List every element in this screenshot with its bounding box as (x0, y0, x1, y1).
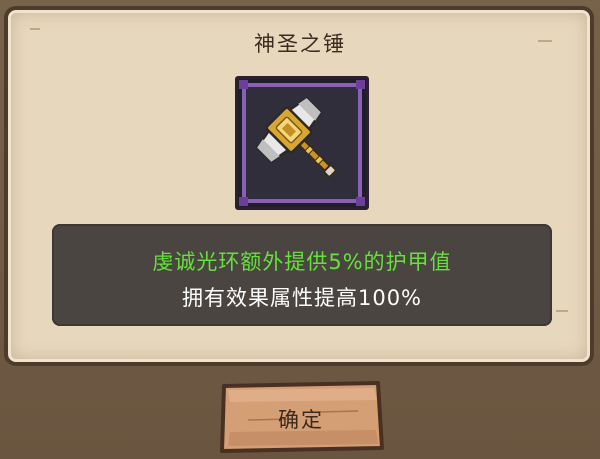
holy-hammer-icon (255, 96, 337, 178)
effect-description: 拥有效果属性提高100% (181, 286, 423, 310)
confirm-button-label: 确定 (278, 408, 324, 432)
bonus-description: 虔诚光环额外提供5%的护甲值 (152, 250, 452, 274)
slot-corner (356, 80, 365, 89)
slot-corner (239, 80, 248, 89)
confirm-button[interactable]: 确定 (218, 380, 384, 454)
slot-corner (356, 197, 365, 206)
game-screen: 神圣之锤 虔诚光环额外提供5%的护甲值 拥有效果属性提高100% 确定 (0, 0, 600, 459)
slot-corner (239, 197, 248, 206)
item-slot (235, 76, 369, 210)
description-box: 虔诚光环额外提供5%的护甲值 拥有效果属性提高100% (52, 224, 552, 326)
item-title: 神圣之锤 (254, 32, 346, 56)
panel-crack-decoration (556, 310, 568, 312)
